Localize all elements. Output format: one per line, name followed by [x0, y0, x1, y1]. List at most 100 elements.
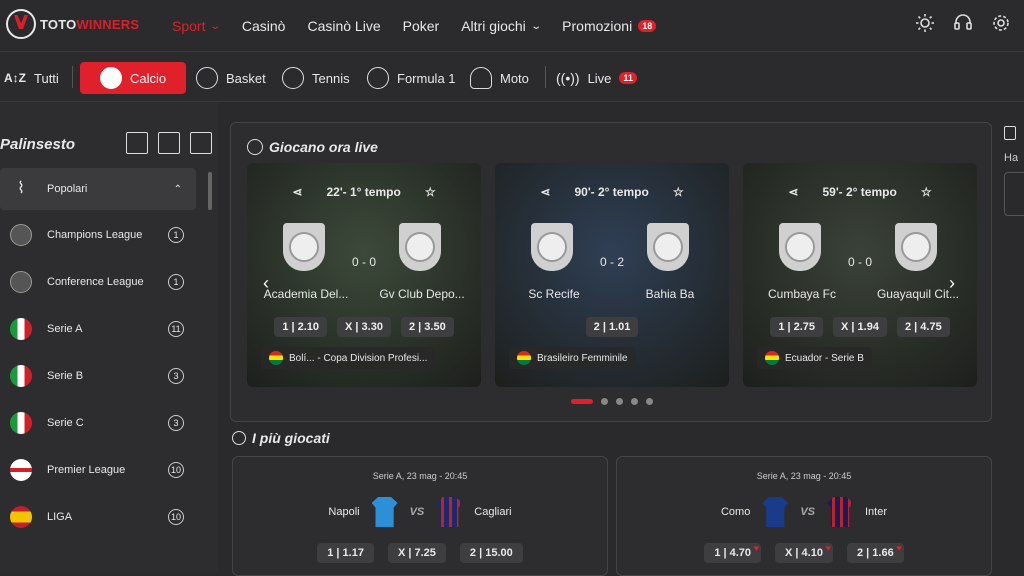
right-input[interactable]: [1004, 172, 1024, 216]
star-icon[interactable]: ☆: [425, 185, 436, 199]
odds-button[interactable]: 2 | 3.50: [400, 317, 454, 337]
logo-icon: [6, 9, 36, 39]
league-name: Champions League: [47, 229, 143, 241]
sidebar-item-league[interactable]: Serie C 3: [0, 402, 196, 444]
document-icon: [1004, 126, 1016, 140]
odds-button[interactable]: X | 1.94: [833, 317, 887, 337]
league-name: Serie A: [47, 323, 83, 335]
sport-basket[interactable]: Basket: [196, 62, 266, 94]
carousel-dot[interactable]: [646, 398, 653, 405]
competition-badge[interactable]: Brasileiro Femminile: [509, 347, 636, 369]
carousel-dot[interactable]: [601, 398, 608, 405]
nav-poker[interactable]: Poker: [403, 18, 440, 34]
jersey-icon: [827, 497, 853, 527]
sport-live[interactable]: ((•)) Live 11: [556, 62, 637, 94]
live-match-card[interactable]: ⋖ 59'- 2° tempo ☆ 0 - 0 Cumbaya Fc Guayaqu…: [743, 163, 977, 387]
sport-formula1[interactable]: Formula 1: [367, 62, 456, 94]
sport-tennis-label: Tennis: [312, 70, 350, 86]
odds-button[interactable]: X | 3.30: [337, 317, 391, 337]
league-count: 11: [168, 321, 184, 337]
odds-value: 2 | 15.00: [469, 547, 513, 559]
nav-promozioni[interactable]: Promozioni 18: [562, 18, 657, 34]
competition-badge[interactable]: Bolí... - Copa Division Profesi...: [261, 347, 436, 369]
flag-icon: [517, 351, 531, 365]
nav-altri-giochi[interactable]: Altri giochi ⌄: [461, 18, 542, 34]
sidebar-title: Palinsesto: [0, 136, 76, 153]
divider: [545, 66, 546, 88]
sport-tutti[interactable]: A↕Z Tutti: [4, 62, 59, 94]
scrollbar[interactable]: [208, 172, 212, 210]
layout-icon[interactable]: [158, 132, 180, 154]
share-icon[interactable]: ⋖: [788, 185, 798, 199]
flag-icon: [10, 224, 32, 246]
sidebar-item-league[interactable]: Premier League 10: [0, 449, 196, 491]
share-icon[interactable]: ⋖: [540, 185, 550, 199]
headset-icon[interactable]: [952, 12, 974, 34]
basketball-icon: [196, 67, 218, 89]
share-icon[interactable]: ⋖: [292, 185, 302, 199]
carousel-prev-icon[interactable]: ‹: [263, 273, 269, 294]
logo[interactable]: TOTOWINNERS: [6, 9, 139, 39]
calendar-icon[interactable]: [190, 132, 212, 154]
carousel-next-icon[interactable]: ›: [949, 273, 955, 294]
competition-label: Ecuador - Serie B: [785, 352, 864, 364]
odds-button[interactable]: 2 | 1.01: [585, 317, 639, 337]
match-card[interactable]: Serie A, 23 mag - 20:45 Como VS Inter 1 …: [616, 456, 992, 576]
live-title: Giocano ora live: [247, 139, 378, 155]
vs-label: VS: [409, 506, 425, 518]
sport-calcio[interactable]: Calcio: [80, 62, 187, 94]
odds-button[interactable]: 2 | 4.75: [896, 317, 950, 337]
star-icon[interactable]: ☆: [673, 185, 684, 199]
live-match-card[interactable]: ⋖ 22'- 1° tempo ☆ 0 - 0 Academia Del... Gv…: [247, 163, 481, 387]
sidebar-item-popolari[interactable]: ⌇ Popolari ⌃: [0, 168, 196, 210]
live-section: Giocano ora live ⋖ 22'- 1° tempo ☆ 0 - 0 A…: [230, 122, 992, 422]
league-name: LIGA: [47, 511, 73, 523]
carousel-dot[interactable]: [571, 399, 593, 404]
nav-sport[interactable]: Sport ⌄: [172, 18, 222, 34]
competition-badge[interactable]: Ecuador - Serie B: [757, 347, 872, 369]
odds-button[interactable]: X | 4.10 ♥: [775, 543, 833, 563]
odds-button[interactable]: 2 | 1.66 ♥: [846, 543, 904, 563]
carousel-dot[interactable]: [616, 398, 623, 405]
nav-casino[interactable]: Casinò: [242, 18, 286, 34]
match-score: 0 - 0: [847, 255, 872, 269]
print-icon[interactable]: [126, 132, 148, 154]
home-team: Napoli: [328, 506, 360, 518]
sidebar-item-league[interactable]: Champions League 1: [0, 214, 196, 256]
jersey-icon: [762, 497, 789, 527]
sidebar-item-league[interactable]: LIGA 10: [0, 496, 196, 538]
star-icon[interactable]: ☆: [921, 185, 932, 199]
az-sort-icon: A↕Z: [4, 71, 26, 85]
competition-label: Bolí... - Copa Division Profesi...: [289, 352, 428, 364]
sport-moto[interactable]: Moto: [470, 62, 529, 94]
odds-button[interactable]: 1 | 2.10: [274, 317, 328, 337]
odds-button[interactable]: 1 | 4.70 ♥: [704, 543, 762, 563]
league-name: Serie C: [47, 417, 84, 429]
soccer-ball-icon: [100, 67, 122, 89]
sport-f1-label: Formula 1: [397, 70, 456, 86]
odds-button[interactable]: 1 | 2.75: [770, 317, 824, 337]
sidebar-item-league[interactable]: Serie B 3: [0, 355, 196, 397]
odds-button[interactable]: 2 | 15.00: [459, 543, 523, 563]
flag-icon: [10, 506, 32, 528]
sidebar-item-league[interactable]: Serie A 11: [0, 308, 196, 350]
gear-icon[interactable]: [990, 12, 1012, 34]
jersey-icon: [436, 497, 463, 527]
odds-button[interactable]: 1 | 1.17: [317, 543, 374, 563]
played-title: I più giocati: [232, 430, 330, 446]
odds-value: 1 | 4.70: [714, 547, 752, 559]
sun-icon[interactable]: [914, 12, 936, 34]
carousel-dot[interactable]: [631, 398, 638, 405]
odds-button[interactable]: X | 7.25: [387, 543, 446, 563]
sidebar-item-league[interactable]: Conference League 1: [0, 261, 196, 303]
racing-car-icon: [367, 67, 389, 89]
match-card[interactable]: Serie A, 23 mag - 20:45 Napoli VS Caglia…: [232, 456, 608, 576]
nav-casino-live[interactable]: Casinò Live: [307, 18, 380, 34]
odds-row: 2 | 1.01: [495, 317, 729, 337]
away-team: Cagliari: [474, 506, 512, 518]
sport-tennis[interactable]: Tennis: [282, 62, 350, 94]
flag-icon: [10, 412, 32, 434]
live-match-card[interactable]: ⋖ 90'- 2° tempo ☆ 0 - 2 Sc Recife Bahia Ba…: [495, 163, 729, 387]
promo-badge: 18: [638, 20, 657, 32]
match-score: 0 - 0: [351, 255, 376, 269]
